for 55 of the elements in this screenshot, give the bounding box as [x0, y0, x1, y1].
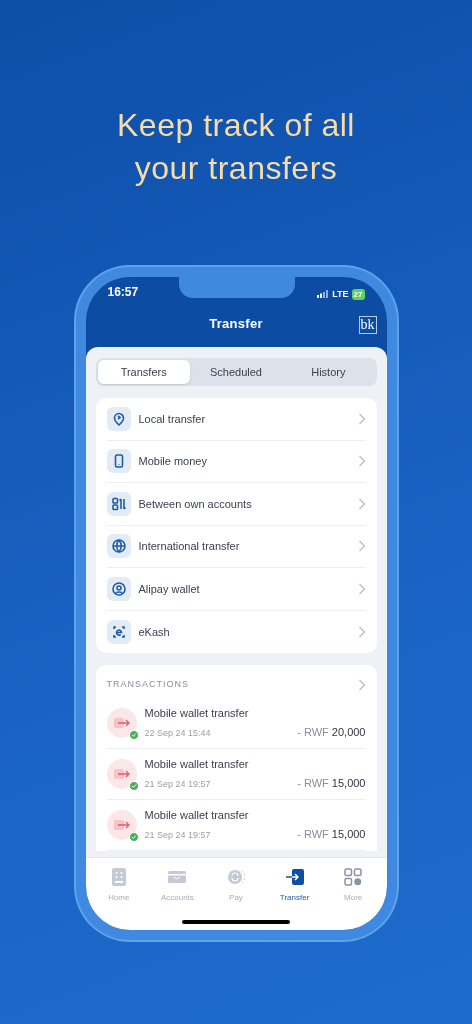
ekash-icon: [106, 619, 131, 644]
more-icon: [342, 866, 365, 888]
network-label: LTE: [332, 287, 349, 301]
transaction-title: Mobile wallet transfer: [144, 808, 250, 823]
transfer-option[interactable]: International transfer: [106, 525, 366, 568]
globe-icon: [106, 534, 131, 559]
transaction-title: Mobile wallet transfer: [144, 757, 250, 772]
transaction-date: 21 Sep 24 19:57: [144, 777, 211, 791]
chevron-icon: [357, 678, 366, 691]
headline-text: your transfers: [134, 149, 338, 188]
option-label: Local transfer: [138, 411, 207, 427]
battery-indicator: 27: [351, 288, 365, 300]
nav-tab[interactable]: Transfer: [265, 866, 324, 904]
transaction-amount: - RWF 15,000: [297, 826, 366, 842]
tab[interactable]: Scheduled: [189, 360, 283, 384]
transfer-option[interactable]: Local transfer: [106, 398, 366, 441]
screen-title: Transfer: [209, 315, 263, 334]
section-title: TRANSACTIONS: [106, 678, 189, 691]
phone-icon: [106, 449, 131, 474]
chevron-icon: [357, 582, 366, 595]
transfer-option[interactable]: Between own accounts: [106, 483, 366, 526]
transfer-option[interactable]: Mobile money: [106, 440, 366, 483]
status-time: 16:57: [107, 284, 139, 301]
tab[interactable]: History: [282, 360, 375, 384]
transaction-amount: - RWF 15,000: [297, 775, 366, 791]
transfer-icon: [283, 866, 306, 888]
option-label: Between own accounts: [138, 496, 253, 512]
transfer-out-icon: [106, 758, 137, 789]
transaction-amount: - RWF 20,000: [297, 724, 366, 740]
headline-text: Keep track of all: [117, 106, 355, 145]
transfer-option[interactable]: Alipay wallet: [106, 568, 366, 611]
option-label: Alipay wallet: [138, 581, 201, 597]
option-label: International transfer: [138, 539, 241, 554]
wallet-icon: [106, 576, 131, 601]
tab[interactable]: Transfers: [97, 360, 190, 384]
transfer-option[interactable]: eKash: [106, 610, 366, 653]
bank-logo: bk: [358, 316, 377, 334]
transfer-out-icon: [106, 809, 137, 840]
transaction-date: 22 Sep 24 15:44: [144, 726, 211, 740]
pin-icon: [106, 406, 131, 431]
accounts-icon: [106, 491, 131, 516]
chevron-icon: [357, 625, 366, 638]
chevron-icon: [357, 540, 366, 553]
transaction-row[interactable]: Mobile wallet transfer 21 Sep 24 19:57 - RWF 15,000: [106, 799, 366, 851]
chevron-icon: [357, 412, 366, 425]
option-label: eKash: [138, 624, 171, 640]
signal-icon: [317, 290, 330, 299]
transfer-out-icon: [106, 707, 137, 738]
chevron-icon: [357, 455, 366, 468]
transaction-date: 21 Sep 24 19:57: [144, 828, 211, 842]
option-label: Mobile money: [138, 454, 208, 469]
transaction-row[interactable]: Mobile wallet transfer 21 Sep 24 19:57 - RWF 15,000: [106, 748, 366, 800]
chevron-icon: [357, 497, 366, 510]
transaction-title: Mobile wallet transfer: [144, 706, 250, 721]
transaction-row[interactable]: Mobile wallet transfer 22 Sep 24 15:44 - RWF 20,000: [106, 697, 366, 749]
